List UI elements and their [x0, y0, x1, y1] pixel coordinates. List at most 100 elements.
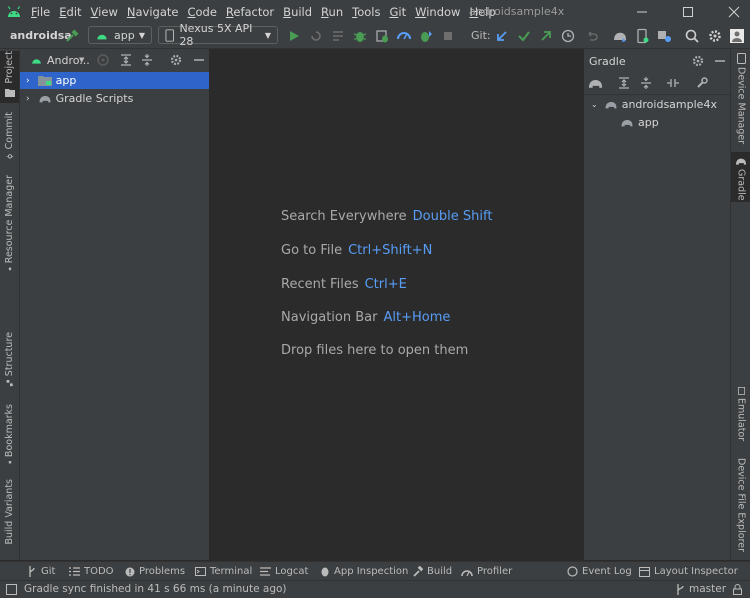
tab-gradle-label: Gradle: [735, 169, 747, 201]
menu-edit[interactable]: Edit: [59, 5, 81, 19]
tab-device-file-explorer[interactable]: Device File Explorer: [731, 455, 750, 552]
sdk-manager-icon[interactable]: [656, 28, 672, 44]
tab-app-inspection[interactable]: App Inspection: [320, 562, 408, 581]
profiler-icon[interactable]: [396, 28, 412, 44]
chevron-down-icon: ▼: [264, 30, 271, 40]
close-icon[interactable]: [726, 4, 742, 20]
sync-gradle-elephant-icon[interactable]: [612, 28, 628, 44]
tree-item-label: Gradle Scripts: [55, 92, 134, 105]
tab-todo[interactable]: TODO: [69, 562, 114, 581]
tab-problems[interactable]: Problems: [125, 562, 185, 581]
tab-git[interactable]: Git: [27, 562, 55, 581]
gear-icon[interactable]: [691, 54, 705, 68]
collapse-all-icon[interactable]: [639, 76, 653, 90]
run-config-select[interactable]: app ▼: [88, 26, 152, 44]
debug-icon[interactable]: [352, 28, 368, 44]
app-inspection-icon: [321, 567, 329, 577]
tab-label: Problems: [139, 566, 186, 577]
tab-bookmarks[interactable]: Bookmarks: [0, 404, 19, 464]
tab-resource-manager[interactable]: Resource Manager: [0, 175, 19, 271]
tab-logcat[interactable]: Logcat: [260, 562, 308, 581]
stop-icon[interactable]: [440, 28, 456, 44]
tab-layout-inspector[interactable]: Layout Inspector: [639, 562, 738, 581]
device-select[interactable]: Nexus 5X API 28 ▼: [158, 22, 278, 48]
reload-gradle-icon[interactable]: [588, 76, 603, 90]
hint-search-everywhere: Search Everywhere Double Shift: [281, 209, 492, 224]
hide-panel-icon[interactable]: [192, 53, 206, 67]
menu-tools[interactable]: Tools: [352, 5, 380, 19]
tab-profiler[interactable]: Profiler: [461, 562, 512, 581]
device-manager-icon: [736, 53, 746, 64]
hint-drop-files: Drop files here to open them: [281, 343, 468, 358]
editor-area[interactable]: Search Everywhere Double Shift Go to File…: [210, 49, 582, 560]
tab-terminal[interactable]: Terminal: [195, 562, 252, 581]
minimize-icon[interactable]: [634, 4, 650, 20]
tab-emulator[interactable]: Emulator: [731, 387, 750, 441]
menu-view[interactable]: View: [91, 5, 118, 19]
account-avatar-icon[interactable]: [729, 28, 745, 44]
make-project-hammer-icon[interactable]: [64, 28, 80, 44]
git-branch-icon: [29, 566, 35, 577]
chevron-down-icon[interactable]: ▼: [79, 56, 84, 64]
expand-all-icon[interactable]: [119, 53, 133, 67]
git-commit-check-icon[interactable]: [516, 28, 532, 44]
hint-text: Go to File: [281, 243, 343, 258]
hammer-icon: [413, 566, 423, 577]
project-breadcrumb[interactable]: androidsa: [10, 29, 72, 42]
git-branch-widget[interactable]: master: [689, 583, 726, 595]
settings-gear-icon[interactable]: [707, 28, 723, 44]
menu-code[interactable]: Code: [187, 5, 216, 19]
rollback-icon[interactable]: [584, 28, 600, 44]
tab-build-variants[interactable]: Build Variants: [0, 479, 19, 559]
tab-project[interactable]: Project: [0, 51, 19, 103]
hide-panel-icon[interactable]: [713, 54, 727, 68]
run-config-label: app: [114, 28, 135, 42]
gear-icon[interactable]: [169, 53, 183, 67]
menu-run[interactable]: Run: [321, 5, 343, 19]
tree-item-gradle-scripts[interactable]: › Gradle Scripts: [20, 90, 209, 107]
menu-build[interactable]: Build: [283, 5, 312, 19]
chevron-right-icon[interactable]: ›: [26, 94, 30, 104]
window-title: androidsample4x: [469, 5, 565, 18]
git-update-icon[interactable]: [494, 28, 510, 44]
menu-file[interactable]: File: [31, 5, 50, 19]
history-clock-icon[interactable]: [560, 28, 576, 44]
attach-debugger-icon[interactable]: [374, 28, 390, 44]
layout-inspector-icon: [639, 566, 650, 577]
chevron-down-icon[interactable]: ⌄: [591, 100, 598, 109]
tab-commit[interactable]: Commit: [0, 112, 19, 160]
toggle-tool-windows-icon[interactable]: [6, 584, 17, 595]
gradle-tree-app[interactable]: app: [584, 114, 731, 131]
maximize-icon[interactable]: [680, 4, 696, 20]
menu-git[interactable]: Git: [389, 5, 406, 19]
wrench-icon[interactable]: [695, 76, 709, 90]
readonly-lock-icon[interactable]: [732, 584, 743, 595]
tab-build[interactable]: Build: [412, 562, 452, 581]
collapse-all-icon[interactable]: [140, 53, 154, 67]
menu-refactor[interactable]: Refactor: [226, 5, 274, 19]
tab-emulator-label: Emulator: [735, 397, 747, 441]
chevron-right-icon[interactable]: ›: [26, 76, 30, 86]
search-icon[interactable]: [684, 28, 700, 44]
select-opened-file-icon[interactable]: [96, 53, 110, 67]
menu-window[interactable]: Window: [415, 5, 460, 19]
status-message[interactable]: Gradle sync finished in 41 s 66 ms (a mi…: [24, 583, 287, 595]
gradle-panel-title: Gradle: [589, 55, 626, 68]
expand-all-icon[interactable]: [617, 76, 631, 90]
apply-changes-icon[interactable]: [308, 28, 324, 44]
tree-item-app[interactable]: › app: [20, 72, 209, 89]
run-icon[interactable]: [286, 28, 302, 44]
hint-navigation-bar: Navigation Bar Alt+Home: [281, 310, 450, 325]
tab-event-log[interactable]: Event Log: [567, 562, 632, 581]
tab-device-manager[interactable]: Device Manager: [731, 53, 750, 147]
hint-shortcut: Ctrl+Shift+N: [348, 243, 433, 258]
tab-gradle[interactable]: Gradle: [731, 152, 750, 202]
tab-structure[interactable]: Structure: [0, 332, 19, 387]
git-push-icon[interactable]: [538, 28, 554, 44]
device-manager-icon[interactable]: [634, 28, 650, 44]
apply-code-changes-icon[interactable]: [330, 28, 346, 44]
menu-navigate[interactable]: Navigate: [127, 5, 179, 19]
gradle-tree-project[interactable]: ⌄ androidsample4x: [584, 96, 731, 113]
toggle-offline-mode-icon[interactable]: [666, 76, 680, 90]
run-tests-bug-icon[interactable]: [418, 28, 434, 44]
